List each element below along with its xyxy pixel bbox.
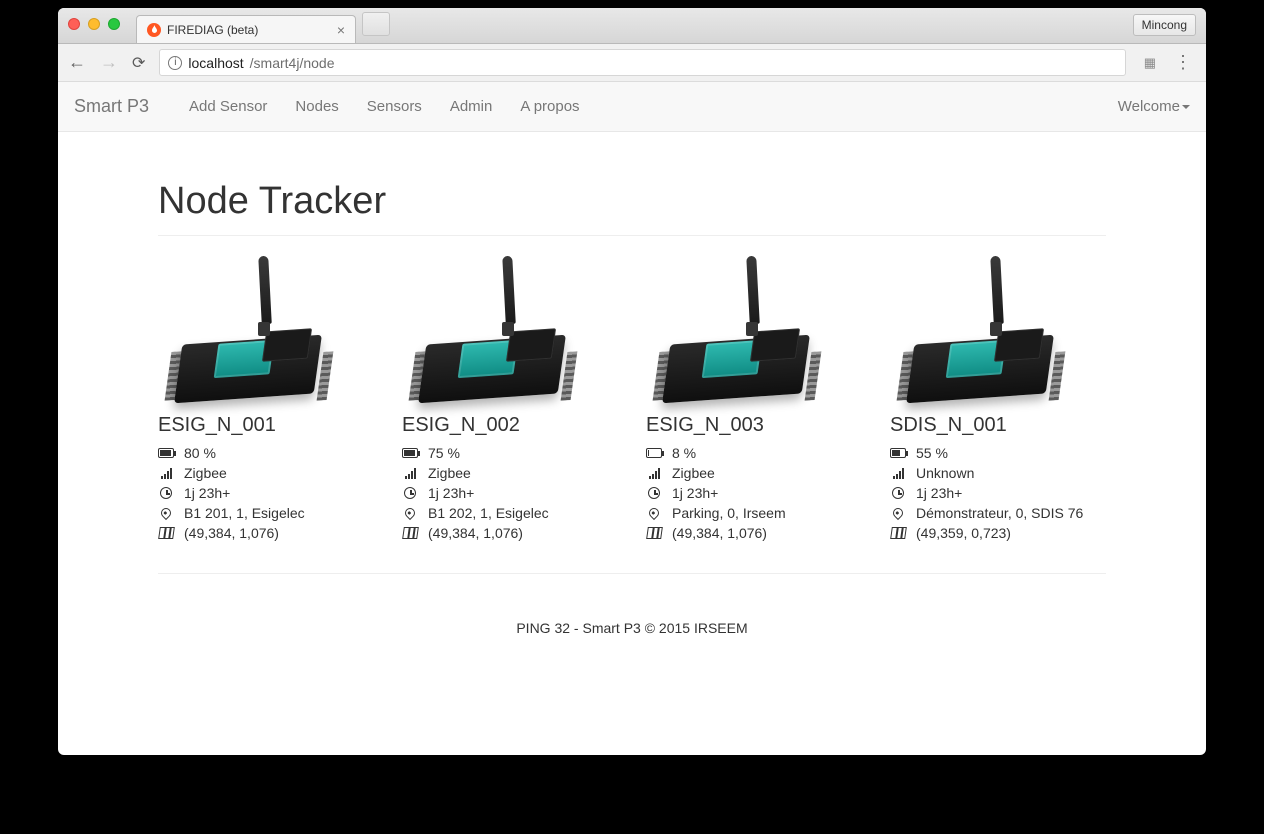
node-coords: (49,384, 1,076) — [184, 525, 279, 541]
minimize-window-button[interactable] — [88, 18, 100, 30]
extension-icon[interactable]: ▦ — [1144, 55, 1156, 71]
clock-icon — [402, 487, 418, 499]
nav-about[interactable]: A propos — [506, 98, 593, 115]
window-controls — [68, 18, 120, 30]
node-name: SDIS_N_001 — [890, 414, 1106, 437]
node-uptime: 1j 23h+ — [184, 485, 230, 501]
node-coords: (49,384, 1,076) — [428, 525, 523, 541]
nav-nodes[interactable]: Nodes — [281, 98, 352, 115]
node-grid: ESIG_N_001 80 % Zigbee 1j 23h+ B1 201, 1… — [158, 254, 1106, 574]
node-name: ESIG_N_002 — [402, 414, 618, 437]
zoom-window-button[interactable] — [108, 18, 120, 30]
titlebar: FIREDIAG (beta) × Mincong — [58, 8, 1206, 44]
map-icon — [890, 527, 906, 539]
pin-icon — [158, 508, 174, 518]
node-network: Zigbee — [672, 465, 715, 481]
pin-icon — [890, 508, 906, 518]
node-coords: (49,359, 0,723) — [916, 525, 1011, 541]
signal-icon — [646, 467, 662, 479]
node-image — [412, 254, 582, 404]
node-location: Parking, 0, Irseem — [672, 505, 786, 521]
battery-icon — [646, 448, 662, 458]
app-navbar: Smart P3 Add Sensor Nodes Sensors Admin … — [58, 82, 1206, 132]
node-battery: 80 % — [184, 445, 216, 461]
node-name: ESIG_N_001 — [158, 414, 374, 437]
close-window-button[interactable] — [68, 18, 80, 30]
flame-icon — [147, 23, 161, 37]
browser-toolbar: ← → ⟳ i localhost/smart4j/node ▦ ⋮ — [58, 44, 1206, 82]
close-tab-button[interactable]: × — [337, 22, 345, 38]
map-icon — [402, 527, 418, 539]
page-title: Node Tracker — [158, 180, 1106, 236]
battery-icon — [890, 448, 906, 458]
signal-icon — [158, 467, 174, 479]
node-uptime: 1j 23h+ — [916, 485, 962, 501]
node-network: Zigbee — [184, 465, 227, 481]
clock-icon — [646, 487, 662, 499]
node-uptime: 1j 23h+ — [428, 485, 474, 501]
node-location: Démonstrateur, 0, SDIS 76 — [916, 505, 1083, 521]
node-name: ESIG_N_003 — [646, 414, 862, 437]
node-uptime: 1j 23h+ — [672, 485, 718, 501]
node-image — [900, 254, 1070, 404]
pin-icon — [402, 508, 418, 518]
node-card[interactable]: ESIG_N_002 75 % Zigbee 1j 23h+ B1 202, 1… — [402, 254, 618, 545]
node-network: Zigbee — [428, 465, 471, 481]
brand[interactable]: Smart P3 — [74, 96, 149, 117]
browser-window: FIREDIAG (beta) × Mincong ← → ⟳ i localh… — [58, 8, 1206, 755]
map-icon — [158, 527, 174, 539]
battery-icon — [158, 448, 174, 458]
nav-add-sensor[interactable]: Add Sensor — [175, 98, 281, 115]
node-card[interactable]: ESIG_N_003 8 % Zigbee 1j 23h+ Parking, 0… — [646, 254, 862, 545]
page-footer: PING 32 - Smart P3 © 2015 IRSEEM — [158, 574, 1106, 658]
welcome-dropdown[interactable]: Welcome — [1118, 98, 1190, 115]
signal-icon — [402, 467, 418, 479]
node-network: Unknown — [916, 465, 974, 481]
url-host: localhost — [188, 55, 243, 71]
back-button[interactable]: ← — [68, 52, 86, 73]
page-content: Node Tracker ESIG_N_001 80 % Zigbee 1j 2… — [58, 132, 1206, 755]
nav-sensors[interactable]: Sensors — [353, 98, 436, 115]
signal-icon — [890, 467, 906, 479]
nav-admin[interactable]: Admin — [436, 98, 507, 115]
node-card[interactable]: SDIS_N_001 55 % Unknown 1j 23h+ Démonstr… — [890, 254, 1106, 545]
browser-menu-button[interactable]: ⋮ — [1170, 52, 1196, 73]
new-tab-button[interactable] — [362, 12, 390, 36]
node-card[interactable]: ESIG_N_001 80 % Zigbee 1j 23h+ B1 201, 1… — [158, 254, 374, 545]
profile-badge[interactable]: Mincong — [1133, 14, 1196, 36]
node-location: B1 202, 1, Esigelec — [428, 505, 549, 521]
forward-button[interactable]: → — [100, 52, 118, 73]
battery-icon — [402, 448, 418, 458]
caret-down-icon — [1182, 105, 1190, 109]
reload-button[interactable]: ⟳ — [132, 53, 145, 73]
node-battery: 55 % — [916, 445, 948, 461]
node-location: B1 201, 1, Esigelec — [184, 505, 305, 521]
url-path: /smart4j/node — [250, 55, 335, 71]
browser-tab[interactable]: FIREDIAG (beta) × — [136, 15, 356, 43]
node-battery: 8 % — [672, 445, 696, 461]
clock-icon — [890, 487, 906, 499]
address-bar[interactable]: i localhost/smart4j/node — [159, 49, 1125, 76]
tab-title: FIREDIAG (beta) — [167, 23, 258, 37]
clock-icon — [158, 487, 174, 499]
map-icon — [646, 527, 662, 539]
node-image — [656, 254, 826, 404]
site-info-icon[interactable]: i — [168, 56, 182, 70]
node-coords: (49,384, 1,076) — [672, 525, 767, 541]
pin-icon — [646, 508, 662, 518]
welcome-label: Welcome — [1118, 98, 1180, 115]
node-battery: 75 % — [428, 445, 460, 461]
node-image — [168, 254, 338, 404]
